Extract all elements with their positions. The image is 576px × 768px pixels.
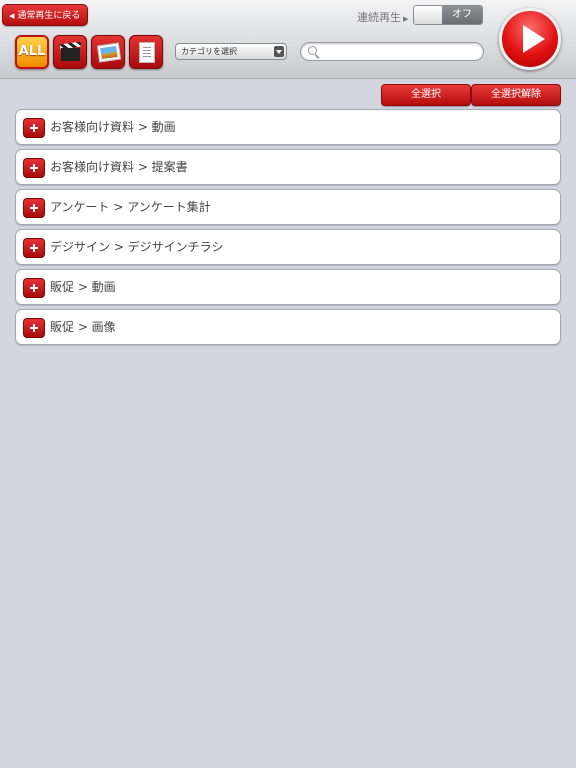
play-icon — [523, 25, 545, 53]
search-input[interactable] — [321, 44, 480, 60]
top-toolbar: ◀ 通常再生に戻る 連続再生 ▶ オフ ALL カテゴリを選択 — [0, 0, 576, 79]
category-list: お客様向け資料 > 動画 お客様向け資料 > 提案書 アンケート > アンケート… — [15, 109, 561, 349]
back-to-normal-play-button[interactable]: ◀ 通常再生に戻る — [2, 4, 88, 26]
deselect-all-button[interactable]: 全選択解除 — [471, 84, 561, 106]
list-item-label: お客様向け資料 > 動画 — [50, 120, 176, 134]
filter-document-button[interactable] — [129, 35, 163, 69]
list-item[interactable]: お客様向け資料 > 動画 — [15, 109, 561, 145]
filter-all-button[interactable]: ALL — [15, 35, 49, 69]
chevron-left-icon: ◀ — [9, 12, 15, 20]
filter-image-button[interactable] — [91, 35, 125, 69]
triangle-right-icon: ▶ — [403, 15, 409, 23]
plus-icon[interactable] — [23, 318, 45, 338]
search-field[interactable] — [300, 42, 484, 61]
document-icon-line — [143, 50, 151, 51]
list-item[interactable]: 販促 > 画像 — [15, 309, 561, 345]
image-icon-picture — [100, 45, 118, 60]
category-select[interactable]: カテゴリを選択 — [175, 43, 287, 60]
back-button-label: 通常再生に戻る — [17, 11, 81, 21]
toggle-knob[interactable] — [414, 6, 443, 24]
category-select-value: カテゴリを選択 — [181, 47, 237, 56]
movie-icon — [61, 48, 80, 61]
continuous-play-label: 連続再生 ▶ — [357, 9, 408, 25]
list-item[interactable]: デジサイン > デジサインチラシ — [15, 229, 561, 265]
document-icon-line — [143, 53, 151, 54]
document-icon-line — [143, 56, 151, 57]
list-item-label: アンケート > アンケート集計 — [50, 200, 211, 214]
toggle-off-label: オフ — [442, 6, 482, 24]
plus-icon[interactable] — [23, 238, 45, 258]
list-item-label: デジサイン > デジサインチラシ — [50, 240, 224, 254]
document-icon-line — [143, 47, 151, 48]
list-item-label: 販促 > 画像 — [50, 320, 116, 334]
list-item[interactable]: お客様向け資料 > 提案書 — [15, 149, 561, 185]
chevron-down-icon — [274, 46, 284, 57]
plus-icon[interactable] — [23, 198, 45, 218]
image-icon — [96, 42, 122, 63]
list-item[interactable]: 販促 > 動画 — [15, 269, 561, 305]
document-icon — [139, 42, 155, 63]
list-item[interactable]: アンケート > アンケート集計 — [15, 189, 561, 225]
list-item-label: 販促 > 動画 — [50, 280, 116, 294]
continuous-play-toggle[interactable]: オフ — [413, 5, 483, 25]
search-icon — [308, 46, 317, 55]
continuous-play-text: 連続再生 — [357, 11, 401, 24]
plus-icon[interactable] — [23, 118, 45, 138]
filter-movie-button[interactable] — [53, 35, 87, 69]
plus-icon[interactable] — [23, 278, 45, 298]
play-button[interactable] — [499, 8, 561, 70]
list-item-label: お客様向け資料 > 提案書 — [50, 160, 188, 174]
plus-icon[interactable] — [23, 158, 45, 178]
select-all-button[interactable]: 全選択 — [381, 84, 471, 106]
